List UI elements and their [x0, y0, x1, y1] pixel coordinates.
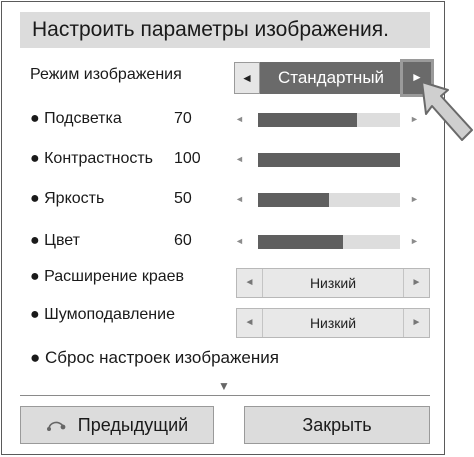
slider-label: ● Яркость: [30, 190, 105, 207]
previous-button[interactable]: Предыдущий: [20, 406, 214, 444]
noise-reduction-selector[interactable]: ◄ Низкий ►: [236, 308, 430, 338]
option-prev-button[interactable]: ◄: [237, 309, 263, 337]
slider-label: ● Цвет: [30, 232, 80, 249]
slider-left-arrow-icon[interactable]: ◄: [235, 154, 244, 164]
pointer-cursor-icon: [421, 81, 473, 141]
option-next-button[interactable]: ►: [403, 309, 429, 337]
close-button-label: Закрыть: [302, 415, 372, 435]
slider-value: 70: [174, 110, 192, 127]
divider: [20, 395, 430, 396]
slider-left-arrow-icon[interactable]: ◄: [235, 194, 244, 204]
slider-right-arrow-icon[interactable]: ►: [410, 194, 419, 204]
slider-fill: [258, 193, 329, 207]
option-prev-button[interactable]: ◄: [237, 269, 263, 297]
slider-fill: [258, 153, 400, 167]
slider-left-arrow-icon[interactable]: ◄: [235, 236, 244, 246]
edge-enhancement-value: Низкий: [309, 275, 357, 291]
previous-button-label: Предыдущий: [77, 415, 189, 435]
slider-right-arrow-icon[interactable]: ►: [410, 236, 419, 246]
picture-mode-value[interactable]: Стандартный: [260, 62, 402, 94]
slider-track[interactable]: [258, 193, 400, 207]
noise-reduction-value: Низкий: [309, 315, 357, 331]
slider-label: ● Подсветка: [30, 110, 122, 127]
edge-enhancement-label: ● Расширение краев: [30, 268, 185, 285]
slider-fill: [258, 235, 344, 249]
picture-mode-label: Режим изображения: [30, 66, 182, 83]
panel-title: Настроить параметры изображения.: [20, 12, 430, 48]
noise-reduction-label: ● Шумоподавление: [30, 306, 175, 323]
slider-track[interactable]: [258, 153, 400, 167]
slider-track[interactable]: [258, 235, 400, 249]
slider-fill: [258, 113, 358, 127]
picture-settings-panel: Настроить параметры изображения. Режим и…: [1, 1, 445, 455]
slider-value: 50: [174, 190, 192, 207]
close-button[interactable]: Закрыть: [244, 406, 430, 444]
slider-track[interactable]: [258, 113, 400, 127]
scroll-down-indicator-icon[interactable]: ▼: [218, 379, 230, 393]
slider-value: 60: [174, 232, 192, 249]
reset-picture-settings-item[interactable]: ● Сброс настроек изображения: [30, 348, 279, 368]
option-next-button[interactable]: ►: [403, 269, 429, 297]
slider-left-arrow-icon[interactable]: ◄: [235, 114, 244, 124]
mode-prev-button[interactable]: ◄: [234, 62, 260, 94]
slider-label: ● Контрастность: [30, 150, 154, 167]
slider-value: 100: [174, 150, 201, 167]
edge-enhancement-selector[interactable]: ◄ Низкий ►: [236, 268, 430, 298]
back-icon: [46, 408, 68, 444]
